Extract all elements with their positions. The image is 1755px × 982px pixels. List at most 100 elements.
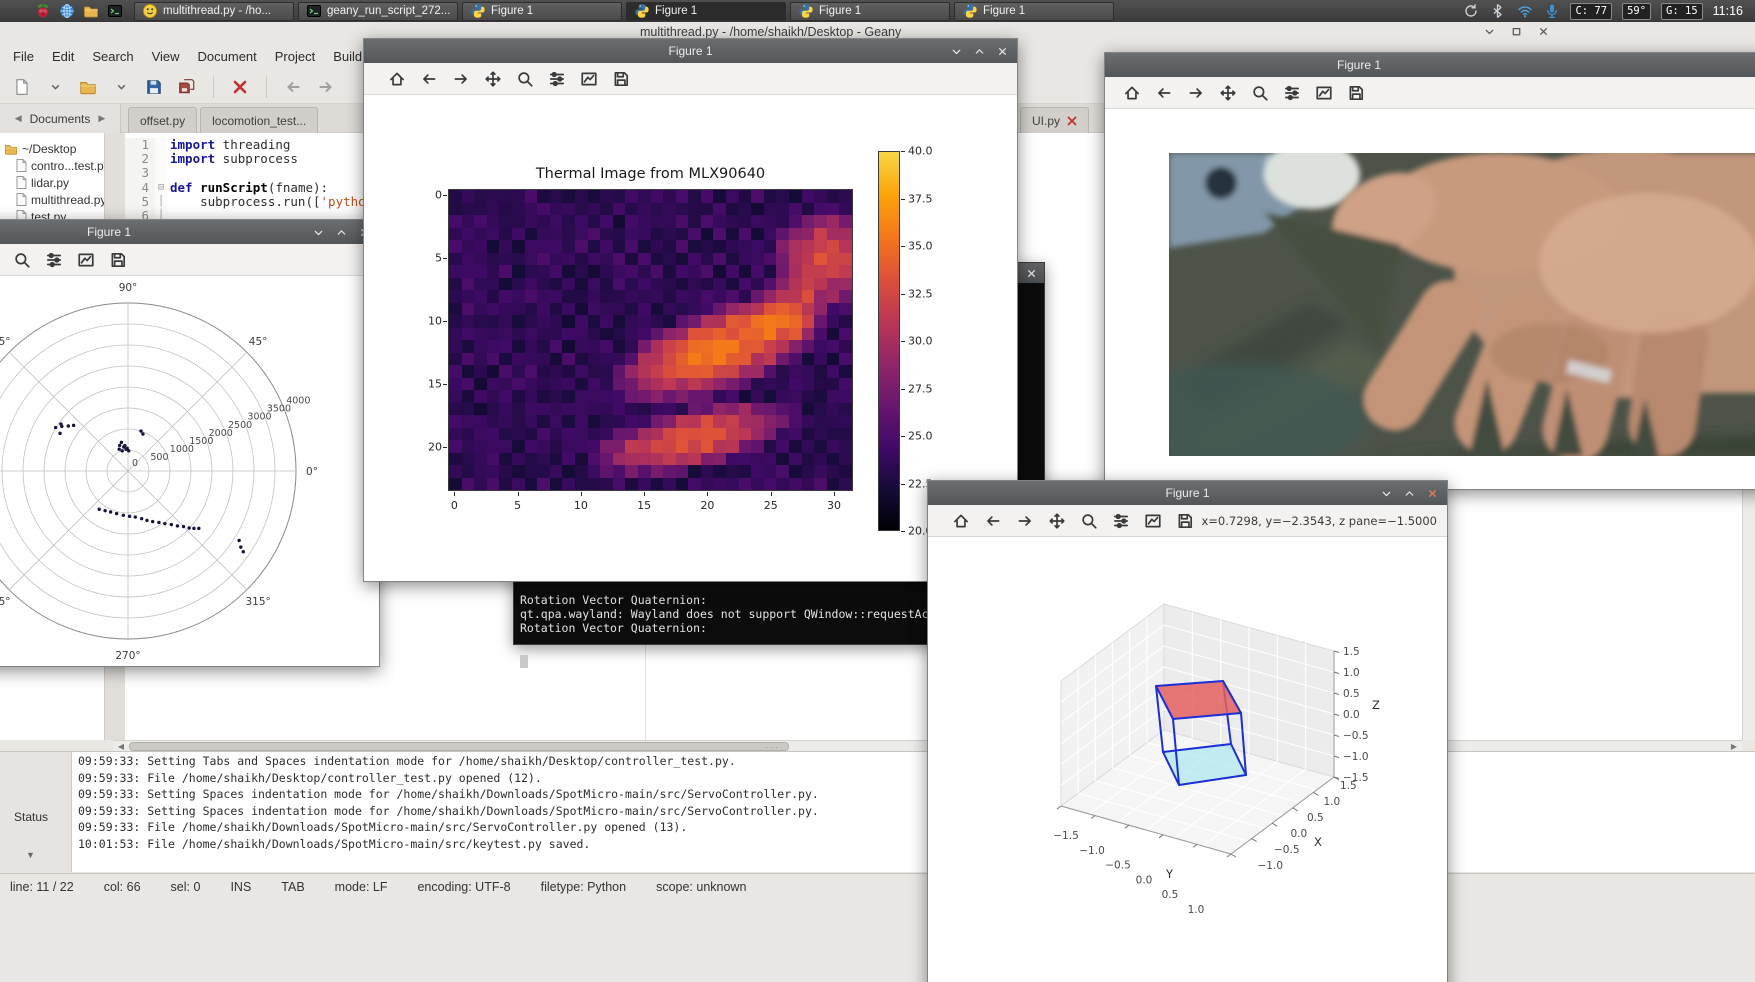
- save-icon[interactable]: [105, 247, 131, 273]
- taskbar-window-button[interactable]: Figure 1: [954, 1, 1114, 21]
- minimize-button[interactable]: [1482, 24, 1496, 38]
- figure-titlebar[interactable]: Figure 1: [1105, 53, 1755, 77]
- open-dropdown-icon[interactable]: [109, 75, 133, 99]
- minimize-button[interactable]: [949, 44, 963, 58]
- back-icon[interactable]: [980, 508, 1006, 534]
- zoom-icon[interactable]: [9, 247, 35, 273]
- close-button[interactable]: [995, 44, 1009, 58]
- file-manager-icon[interactable]: [82, 3, 99, 20]
- maximize-button[interactable]: [334, 225, 348, 239]
- clock[interactable]: 11:16: [1713, 4, 1743, 18]
- microphone-icon[interactable]: [1543, 3, 1560, 20]
- customize-icon[interactable]: [576, 66, 602, 92]
- fold-marker[interactable]: ⊟: [155, 180, 167, 195]
- customize-icon[interactable]: [73, 247, 99, 273]
- editor-tab[interactable]: offset.py: [128, 107, 198, 133]
- tree-file[interactable]: lidar.py: [0, 174, 104, 191]
- pan-icon[interactable]: [480, 66, 506, 92]
- maximize-button[interactable]: [972, 44, 986, 58]
- tab-close-icon[interactable]: [1067, 116, 1077, 126]
- menu-view[interactable]: View: [143, 45, 189, 68]
- customize-icon[interactable]: [1311, 80, 1337, 106]
- nav-forward-icon[interactable]: [314, 75, 338, 99]
- minimize-button[interactable]: [1379, 486, 1393, 500]
- forward-icon[interactable]: [1183, 80, 1209, 106]
- menu-document[interactable]: Document: [189, 45, 266, 68]
- subplots-icon[interactable]: [544, 66, 570, 92]
- scroll-left-icon[interactable]: ◀: [15, 113, 22, 124]
- minimize-button[interactable]: [311, 225, 325, 239]
- close-button[interactable]: [1425, 486, 1439, 500]
- subplots-icon[interactable]: [41, 247, 67, 273]
- menu-project[interactable]: Project: [266, 45, 324, 68]
- editor-tab[interactable]: locomotion_test...: [200, 107, 319, 133]
- open-icon[interactable]: [76, 75, 100, 99]
- thermal-canvas[interactable]: Thermal Image from MLX90640 0 5 10 15 20 25 30…: [364, 95, 1017, 581]
- menu-search[interactable]: Search: [83, 45, 142, 68]
- tab-status[interactable]: Status: [14, 810, 48, 824]
- maximize-button[interactable]: [1509, 24, 1523, 38]
- scroll-right-icon[interactable]: ▶: [98, 113, 105, 124]
- tree-file[interactable]: contro...test.py: [0, 157, 104, 174]
- close-button[interactable]: [1536, 24, 1550, 38]
- forward-icon[interactable]: [448, 66, 474, 92]
- scrollbar-thumb[interactable]: ···: [129, 742, 789, 752]
- figure-titlebar[interactable]: Figure 1: [364, 39, 1017, 63]
- menu-edit[interactable]: Edit: [43, 45, 83, 68]
- home-icon[interactable]: [948, 508, 974, 534]
- cpu-badge[interactable]: C: 77: [1570, 2, 1613, 20]
- subplots-icon[interactable]: [1279, 80, 1305, 106]
- terminal-icon[interactable]: [106, 3, 123, 20]
- taskbar-window-button[interactable]: geany_run_script_272...: [298, 1, 458, 21]
- menu-file[interactable]: File: [4, 45, 43, 68]
- scroll-right-arrow[interactable]: ▶: [1727, 742, 1741, 751]
- save-icon[interactable]: [142, 75, 166, 99]
- close-button[interactable]: [1024, 266, 1038, 280]
- editor-tab[interactable]: UI.py: [1020, 107, 1090, 133]
- zoom-icon[interactable]: [1076, 508, 1102, 534]
- camera-canvas[interactable]: [1105, 109, 1755, 489]
- zoom-icon[interactable]: [512, 66, 538, 92]
- back-icon[interactable]: [416, 66, 442, 92]
- home-icon[interactable]: [1119, 80, 1145, 106]
- save-icon[interactable]: [1343, 80, 1369, 106]
- taskbar-window-button[interactable]: multithread.py - /ho...: [134, 1, 294, 21]
- sidebar-header[interactable]: ◀ Documents ▶: [0, 104, 121, 133]
- save-icon[interactable]: [608, 66, 634, 92]
- forward-icon[interactable]: [1012, 508, 1038, 534]
- temperature-badge[interactable]: 59°: [1622, 2, 1652, 20]
- wifi-icon[interactable]: [1516, 3, 1533, 20]
- statusbar-item: encoding: UTF-8: [417, 880, 511, 894]
- taskbar-window-button[interactable]: Figure 1: [462, 1, 622, 21]
- customize-icon[interactable]: [1140, 508, 1166, 534]
- web-browser-icon[interactable]: [58, 3, 75, 20]
- maximize-button[interactable]: [1402, 486, 1416, 500]
- scroll-left-arrow[interactable]: ◀: [114, 742, 128, 751]
- bluetooth-icon[interactable]: [1489, 3, 1506, 20]
- home-icon[interactable]: [384, 66, 410, 92]
- pan-icon[interactable]: [1215, 80, 1241, 106]
- chevron-down-icon[interactable]: ▼: [26, 850, 35, 860]
- figure-titlebar[interactable]: Figure 1: [928, 481, 1447, 505]
- save-icon[interactable]: [1172, 508, 1198, 534]
- polar-canvas[interactable]: 0°45°90°135°180°225°270°315°050010001500…: [0, 276, 379, 666]
- save-all-icon[interactable]: [175, 75, 199, 99]
- sync-icon[interactable]: [1462, 3, 1479, 20]
- gpu-badge[interactable]: G: 15: [1661, 2, 1703, 20]
- taskbar-window-button[interactable]: Figure 1: [626, 1, 786, 21]
- figure-titlebar[interactable]: Figure 1: [0, 220, 379, 244]
- subplots-icon[interactable]: [1108, 508, 1134, 534]
- pan-icon[interactable]: [1044, 508, 1070, 534]
- new-dropdown-icon[interactable]: [43, 75, 67, 99]
- close-document-icon[interactable]: [228, 75, 252, 99]
- zoom-icon[interactable]: [1247, 80, 1273, 106]
- new-document-icon[interactable]: [10, 75, 34, 99]
- pan-icon[interactable]: [0, 247, 3, 273]
- cube3d-canvas[interactable]: 1.5 1.0 0.5 0.0 −0.5 −1.0 −1.5 1.5 1.0 0.5 0.0 −0.5…: [928, 537, 1447, 982]
- nav-back-icon[interactable]: [281, 75, 305, 99]
- raspberry-menu-icon[interactable]: [34, 3, 51, 20]
- tree-folder[interactable]: ~/Desktop: [0, 140, 104, 157]
- back-icon[interactable]: [1151, 80, 1177, 106]
- taskbar-window-button[interactable]: Figure 1: [790, 1, 950, 21]
- tree-file[interactable]: multithread.py: [0, 191, 104, 208]
